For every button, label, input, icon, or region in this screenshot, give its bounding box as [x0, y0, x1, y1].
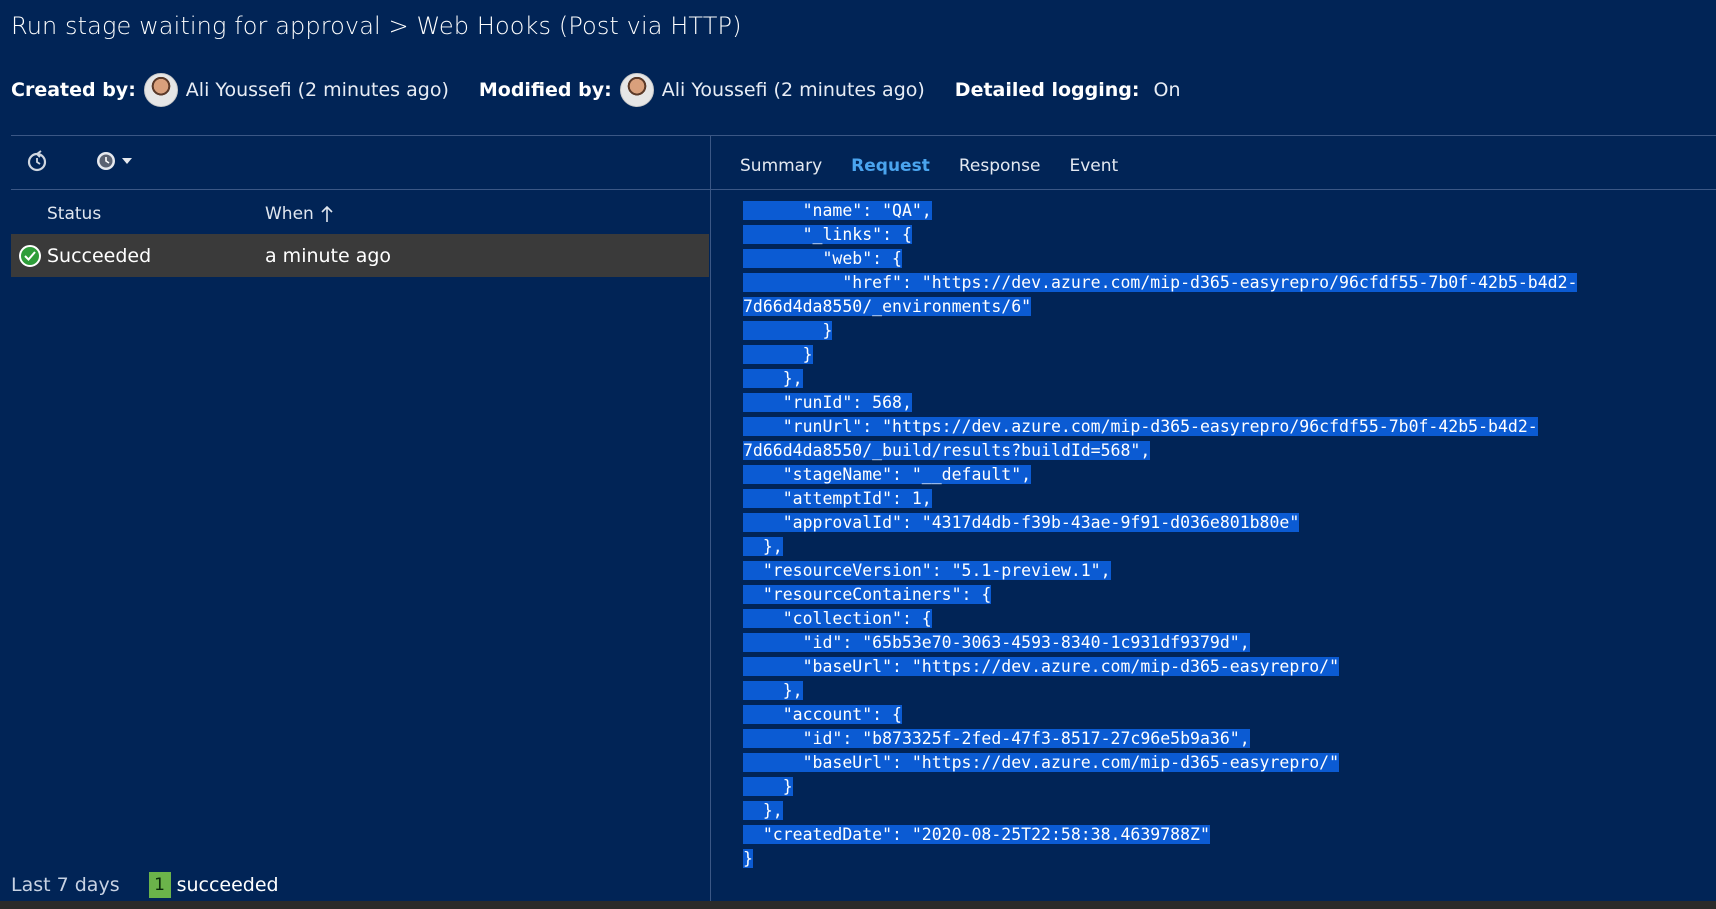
- pane-divider: [710, 135, 711, 909]
- code-line-text: "resourceVersion": "5.1-preview.1",: [743, 561, 1111, 580]
- header-divider: [11, 135, 1716, 136]
- detailed-logging-label: Detailed logging:: [954, 79, 1140, 101]
- history-icon: [97, 152, 115, 170]
- succeeded-label: succeeded: [176, 874, 279, 896]
- modified-by-label: Modified by:: [478, 79, 612, 101]
- code-line-text: "runUrl": "https://dev.azure.com/mip-d36…: [743, 417, 1538, 436]
- code-line-text: },: [743, 369, 803, 388]
- code-line-text: },: [743, 537, 783, 556]
- code-line-text: "account": {: [743, 705, 902, 724]
- code-line-text: }: [743, 849, 753, 868]
- code-line-text: }: [743, 345, 813, 364]
- code-line: },: [743, 535, 1693, 559]
- code-line: "baseUrl": "https://dev.azure.com/mip-d3…: [743, 751, 1693, 775]
- check-circle-icon: [19, 245, 41, 267]
- code-line: "name": "QA",: [743, 199, 1693, 223]
- toolbar-divider: [11, 189, 1716, 190]
- page-title: Run stage waiting for approval > Web Hoo…: [11, 12, 742, 40]
- code-line-text: "approvalId": "4317d4db-f39b-43ae-9f91-d…: [743, 513, 1300, 532]
- code-line: 7d66d4da8550/_build/results?buildId=568"…: [743, 439, 1693, 463]
- avatar: [143, 73, 178, 107]
- date-range-label[interactable]: Last 7 days: [11, 874, 120, 896]
- tab-summary[interactable]: Summary: [740, 156, 822, 176]
- tab-request[interactable]: Request: [851, 156, 930, 176]
- code-line-text: "attemptId": 1,: [743, 489, 932, 508]
- code-line-text: },: [743, 801, 783, 820]
- column-header-when[interactable]: When: [265, 204, 334, 224]
- arrow-up-icon: [321, 205, 333, 222]
- code-line-text: "collection": {: [743, 609, 932, 628]
- code-line-text: "href": "https://dev.azure.com/mip-d365-…: [743, 273, 1578, 292]
- code-line: "stageName": "__default",: [743, 463, 1693, 487]
- code-line: },: [743, 799, 1693, 823]
- code-line: },: [743, 679, 1693, 703]
- code-line-text: "createdDate": "2020-08-25T22:58:38.4639…: [743, 825, 1210, 844]
- request-body[interactable]: "name": "QA", "_links": { "web": { "href…: [743, 199, 1693, 869]
- code-line-text: "id": "65b53e70-3063-4593-8340-1c931df93…: [743, 633, 1250, 652]
- history-toolbar: [22, 146, 136, 176]
- history-filter-button[interactable]: [92, 146, 136, 176]
- code-line: "runId": 568,: [743, 391, 1693, 415]
- bottom-scrollbar: [0, 901, 1716, 909]
- code-line: }: [743, 847, 1693, 869]
- code-line-text: "resourceContainers": {: [743, 585, 992, 604]
- code-line: "attemptId": 1,: [743, 487, 1693, 511]
- code-line: }: [743, 775, 1693, 799]
- metadata-bar: Created by: Ali Youssefi (2 minutes ago)…: [11, 72, 1181, 108]
- code-line: 7d66d4da8550/_environments/6": [743, 295, 1693, 319]
- refresh-icon: [27, 150, 47, 172]
- code-line: "web": {: [743, 247, 1693, 271]
- row-when: a minute ago: [265, 244, 392, 267]
- code-line: "collection": {: [743, 607, 1693, 631]
- column-header-when-label: When: [265, 204, 314, 224]
- code-line-text: "stageName": "__default",: [743, 465, 1032, 484]
- code-line-text: 7d66d4da8550/_environments/6": [743, 297, 1032, 316]
- code-line: }: [743, 343, 1693, 367]
- code-line: "href": "https://dev.azure.com/mip-d365-…: [743, 271, 1693, 295]
- tab-response[interactable]: Response: [959, 156, 1041, 176]
- code-line-text: "baseUrl": "https://dev.azure.com/mip-d3…: [743, 657, 1340, 676]
- created-by-value: Ali Youssefi (2 minutes ago): [185, 79, 449, 101]
- succeeded-count-badge: 1: [148, 872, 171, 898]
- row-status: Succeeded: [47, 244, 152, 267]
- code-line-text: "name": "QA",: [743, 201, 932, 220]
- code-line: },: [743, 367, 1693, 391]
- code-line-text: "web": {: [743, 249, 902, 268]
- code-line: }: [743, 319, 1693, 343]
- code-line-text: },: [743, 681, 803, 700]
- tab-event[interactable]: Event: [1069, 156, 1118, 176]
- code-line: "_links": {: [743, 223, 1693, 247]
- detail-tabs: Summary Request Response Event: [740, 156, 1147, 176]
- code-line: "resourceVersion": "5.1-preview.1",: [743, 559, 1693, 583]
- avatar: [619, 73, 654, 107]
- modified-by-value: Ali Youssefi (2 minutes ago): [661, 79, 925, 101]
- history-footer: Last 7 days 1 succeeded: [11, 872, 279, 898]
- refresh-button[interactable]: [22, 146, 52, 176]
- code-line: "approvalId": "4317d4db-f39b-43ae-9f91-d…: [743, 511, 1693, 535]
- code-line-text: }: [743, 777, 793, 796]
- code-line: "id": "b873325f-2fed-47f3-8517-27c96e5b9…: [743, 727, 1693, 751]
- code-line: "baseUrl": "https://dev.azure.com/mip-d3…: [743, 655, 1693, 679]
- created-by-label: Created by:: [11, 79, 136, 101]
- code-line: "runUrl": "https://dev.azure.com/mip-d36…: [743, 415, 1693, 439]
- detailed-logging-value: On: [1153, 79, 1181, 101]
- code-line-text: "baseUrl": "https://dev.azure.com/mip-d3…: [743, 753, 1340, 772]
- code-line-text: "runId": 568,: [743, 393, 912, 412]
- code-line: "id": "65b53e70-3063-4593-8340-1c931df93…: [743, 631, 1693, 655]
- code-line-text: 7d66d4da8550/_build/results?buildId=568"…: [743, 441, 1151, 460]
- code-line: "account": {: [743, 703, 1693, 727]
- code-line-text: "id": "b873325f-2fed-47f3-8517-27c96e5b9…: [743, 729, 1250, 748]
- chevron-down-icon: [122, 158, 132, 164]
- column-header-status[interactable]: Status: [47, 204, 101, 224]
- code-line-text: "_links": {: [743, 225, 912, 244]
- code-line-text: }: [743, 321, 833, 340]
- code-line: "createdDate": "2020-08-25T22:58:38.4639…: [743, 823, 1693, 847]
- code-line: "resourceContainers": {: [743, 583, 1693, 607]
- table-row[interactable]: Succeeded a minute ago: [11, 234, 709, 277]
